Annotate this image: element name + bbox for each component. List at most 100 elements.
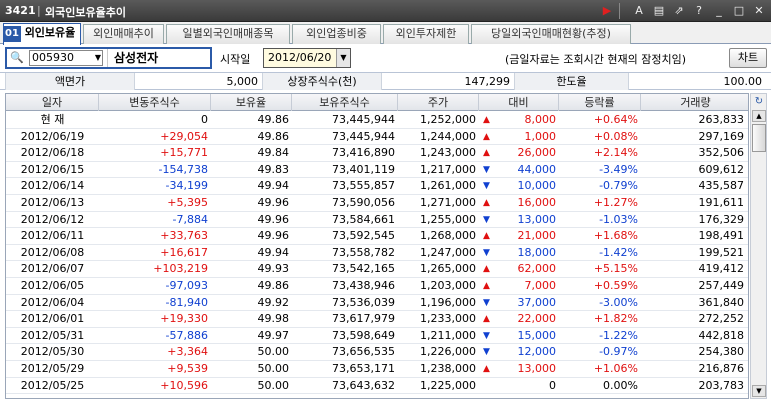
table-row[interactable]: 2012/06/13 +5,395 49.96 73,590,056 1,271,000…: [6, 195, 748, 212]
header-change-rate[interactable]: 등락률: [559, 94, 641, 111]
screen-code: 3421: [5, 4, 36, 17]
search-icon[interactable]: 🔍: [10, 51, 26, 65]
tab-foreign-investment-limit[interactable]: 외인투자제한: [383, 24, 469, 44]
table-row[interactable]: 2012/06/19 +29,054 49.86 73,445,944 1,244,00…: [6, 129, 748, 146]
scroll-down-arrow-icon[interactable]: ▼: [752, 385, 766, 397]
cell-held: 73,617,979: [332, 312, 395, 326]
cell-date: 2012/06/07: [20, 262, 85, 276]
font-icon[interactable]: A: [631, 3, 647, 19]
tab-label: 외인업종비중: [306, 27, 367, 40]
table-row[interactable]: 2012/06/04 -81,940 49.92 73,536,039 1,196,00…: [6, 295, 748, 312]
vertical-scrollbar[interactable]: ↻ ▲ ▼: [750, 93, 767, 399]
tab-daily-foreign-stocks[interactable]: 일별외국인매매종목: [166, 24, 290, 44]
table-row[interactable]: 2012/06/15 -154,738 49.83 73,401,119 1,217,0…: [6, 162, 748, 179]
cell-volume: 263,833: [698, 113, 745, 126]
table-row[interactable]: 2012/06/01 +19,330 49.98 73,617,979 1,233,00…: [6, 311, 748, 328]
cell-diff: 8,000: [524, 113, 557, 126]
table-row[interactable]: 2012/06/12 -7,884 49.96 73,584,661 1,255,000…: [6, 212, 748, 229]
triangle-down-icon: ▼: [483, 297, 490, 308]
listed-shares-label: 상장주식수(천): [262, 73, 382, 90]
table-row[interactable]: 2012/05/30 +3,364 50.00 73,656,535 1,226,000…: [6, 344, 748, 361]
cell-change: +15,771: [160, 146, 208, 160]
chevron-down-icon[interactable]: ▼: [93, 51, 103, 65]
cell-held: 73,558,782: [332, 245, 395, 259]
table-row[interactable]: 2012/06/05 -97,093 49.86 73,438,946 1,203,00…: [6, 278, 748, 295]
minimize-icon[interactable]: _: [711, 3, 727, 19]
chart-button[interactable]: 차트: [729, 48, 767, 68]
header-diff[interactable]: 대비: [479, 94, 559, 111]
cell-change: +5,395: [167, 195, 208, 209]
table-row[interactable]: 2012/06/18 +15,771 49.84 73,416,890 1,243,00…: [6, 145, 748, 162]
header-date[interactable]: 일자: [6, 94, 99, 111]
table-row[interactable]: 현 재 0 49.86 73,445,944 1,252,000 8,000 +0.64% 2…: [6, 112, 748, 129]
cell-price: 1,203,000: [420, 278, 476, 292]
table-row[interactable]: 2012/05/31 -57,886 49.97 73,598,649 1,211,00…: [6, 328, 748, 345]
cell-date: 2012/06/04: [20, 295, 85, 309]
cell-date: 2012/06/11: [20, 229, 85, 243]
ownership-table: 일자 변동주식수 보유율 보유주식수 주가 대비 등락률 거래량 현 재 0 49.…: [5, 93, 749, 399]
cell-held: 73,445,944: [332, 129, 395, 143]
table-row[interactable]: 2012/06/08 +16,617 49.94 73,558,782 1,247,00…: [6, 245, 748, 262]
cell-change: +3,364: [167, 345, 208, 359]
triangle-down-icon: ▼: [483, 347, 490, 358]
help-icon[interactable]: ?: [691, 3, 707, 19]
start-date-field[interactable]: 2012/06/20 ▼: [263, 48, 351, 68]
cell-change: -97,093: [165, 278, 208, 292]
cell-rate: -0.79%: [599, 179, 638, 193]
table-row[interactable]: 2012/06/11 +33,763 49.96 73,592,545 1,268,00…: [6, 228, 748, 245]
cell-volume: 352,506: [698, 146, 745, 160]
cell-diff: 21,000: [517, 229, 557, 243]
header-price[interactable]: 주가: [398, 94, 479, 111]
table-body: 현 재 0 49.86 73,445,944 1,252,000 8,000 +0.64% 2…: [6, 112, 748, 395]
title-bar-icons: ▶ A ▤ ⇗ ? _ □ ✕: [599, 3, 767, 19]
cell-rate: +0.64%: [593, 113, 638, 126]
cell-diff: 0: [549, 378, 556, 392]
play-icon[interactable]: ▶: [599, 3, 615, 19]
cell-date: 2012/05/31: [20, 328, 85, 342]
header-change-shares[interactable]: 변동주식수: [99, 94, 211, 111]
cell-ratio: 49.93: [257, 262, 290, 276]
tab-foreign-trading-trend[interactable]: 외인매매추이: [83, 24, 164, 44]
refresh-icon[interactable]: ↻: [752, 95, 766, 109]
table-row[interactable]: 2012/06/07 +103,219 49.93 73,542,165 1,265,0…: [6, 261, 748, 278]
cell-price: 1,238,000: [420, 361, 476, 375]
cell-price: 1,196,000: [420, 295, 476, 309]
cell-change: -34,199: [165, 179, 208, 193]
cell-volume: 199,521: [698, 245, 745, 259]
cell-price: 1,226,000: [420, 345, 476, 359]
cell-date: 2012/05/29: [20, 361, 85, 375]
table-row[interactable]: 2012/06/14 -34,199 49.94 73,555,857 1,261,00…: [6, 178, 748, 195]
calendar-dropdown-icon[interactable]: ▼: [336, 49, 350, 67]
cell-ratio: 49.83: [257, 162, 290, 176]
header-ownership-ratio[interactable]: 보유율: [211, 94, 292, 111]
cell-diff: 7,000: [524, 278, 557, 292]
close-icon[interactable]: ✕: [751, 3, 767, 19]
cell-change: +29,054: [160, 129, 208, 143]
cell-held: 73,536,039: [332, 295, 395, 309]
cell-held: 73,653,171: [332, 361, 395, 375]
table-row[interactable]: 2012/05/25 +10,596 50.00 73,643,632 1,225,00…: [6, 378, 748, 395]
scroll-thumb[interactable]: [752, 124, 766, 152]
tab-bar: 01 외인보유율 외인매매추이 일별외국인매매종목 외인업종비중 외인투자제한 …: [0, 22, 771, 45]
tab-foreign-sector-weight[interactable]: 외인업종비중: [292, 24, 381, 44]
triangle-up-icon: ▲: [483, 280, 490, 291]
tab-foreign-ownership[interactable]: 01 외인보유율: [3, 23, 81, 45]
tab-today-foreign-trading[interactable]: 당일외국인매매현황(추정): [471, 24, 631, 44]
cell-change: +16,617: [160, 245, 208, 259]
scroll-up-arrow-icon[interactable]: ▲: [752, 110, 766, 122]
table-row[interactable]: 2012/05/29 +9,539 50.00 73,653,171 1,238,000…: [6, 361, 748, 378]
cell-price: 1,233,000: [420, 312, 476, 326]
triangle-up-icon: ▲: [483, 264, 490, 275]
maximize-icon[interactable]: □: [731, 3, 747, 19]
export-icon[interactable]: ⇗: [671, 3, 687, 19]
header-held-shares[interactable]: 보유주식수: [292, 94, 398, 111]
stock-code-input[interactable]: 005930: [29, 50, 103, 66]
cell-volume: 297,169: [698, 129, 745, 143]
cell-date: 2012/06/05: [20, 278, 85, 292]
cell-held: 73,401,119: [332, 162, 395, 176]
cell-price: 1,255,000: [420, 212, 476, 226]
cell-diff: 18,000: [517, 245, 557, 259]
header-volume[interactable]: 거래량: [641, 94, 748, 111]
print-icon[interactable]: ▤: [651, 3, 667, 19]
cell-ratio: 49.86: [257, 113, 290, 126]
